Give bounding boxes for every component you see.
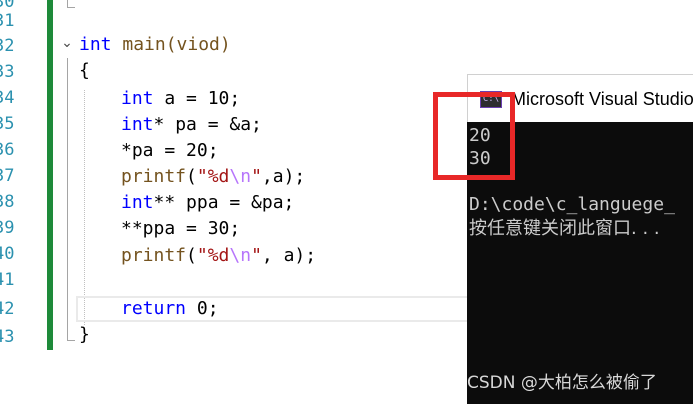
line-number-gutter: 30 31 32 33 34 35 36 37 38 39 40 41 42 4… [0, 0, 18, 404]
keyword: return [121, 298, 187, 319]
code-line: int main(viod) [79, 32, 231, 58]
string-literal: "%d [196, 166, 230, 187]
fold-guide [67, 58, 68, 341]
keyword: int [121, 88, 154, 109]
line-number: 31 [0, 11, 15, 31]
code-line: int* pa = &a; [121, 112, 262, 138]
escape-sequence: \n [229, 166, 252, 187]
code-text-segment: ** ppa = &pa; [153, 192, 295, 213]
string-literal: " [251, 245, 262, 266]
line-number: 41 [0, 270, 15, 290]
line-number: 43 [0, 327, 15, 347]
code-text-segment: ,a); [261, 166, 306, 187]
code-line: *pa = 20; [121, 140, 219, 161]
string-literal: " [251, 166, 262, 187]
function-name: printf [121, 166, 187, 187]
code-text-segment: * pa = &a; [153, 114, 262, 135]
code-text-segment: ( [186, 166, 197, 187]
code-text-segment: a = 10; [153, 88, 241, 109]
console-output-line: 按任意键关闭此窗口. . . [469, 218, 660, 239]
fold-chevron-down-icon[interactable]: ⌄ [60, 36, 74, 50]
code-line: } [79, 324, 90, 345]
line-number: 36 [0, 140, 15, 160]
function-name: printf [121, 245, 187, 266]
line-number: 40 [0, 244, 15, 264]
code-line: return 0; [121, 296, 219, 322]
line-number: 32 [0, 36, 15, 56]
fold-guide [67, 7, 75, 8]
code-text-segment: ( [186, 245, 197, 266]
fold-guide [67, 340, 75, 341]
code-line: int** ppa = &pa; [121, 190, 294, 216]
code-line: int a = 10; [121, 86, 240, 112]
code-line: **ppa = 30; [121, 218, 241, 239]
indent-guide [84, 90, 85, 325]
line-number: 37 [0, 166, 15, 186]
code-line: { [79, 60, 90, 81]
line-number: 42 [0, 299, 15, 319]
line-number: 35 [0, 114, 15, 134]
escape-sequence: \n [229, 245, 252, 266]
line-number: 39 [0, 218, 15, 238]
line-number: 34 [0, 88, 15, 108]
csdn-watermark: CSDN @大柏怎么被偷了 [467, 373, 657, 393]
line-number: 33 [0, 62, 15, 82]
code-line: printf("%d\n",a); [121, 164, 305, 190]
code-line: printf("%d\n", a); [121, 243, 316, 269]
keyword: int [121, 192, 154, 213]
console-output-line: D:\code\c_languege_ [469, 194, 675, 215]
console-window-title: Microsoft Visual Studio [511, 89, 693, 109]
red-highlight-annotation [433, 92, 515, 180]
change-indicator-bar [47, 0, 53, 350]
keyword: int [121, 114, 154, 135]
code-text-segment: , a); [261, 245, 317, 266]
keyword: int [79, 34, 112, 55]
string-literal: "%d [196, 245, 230, 266]
code-text-segment: 0; [186, 298, 219, 319]
line-number: 38 [0, 192, 15, 212]
function-signature: main(viod) [111, 34, 231, 55]
